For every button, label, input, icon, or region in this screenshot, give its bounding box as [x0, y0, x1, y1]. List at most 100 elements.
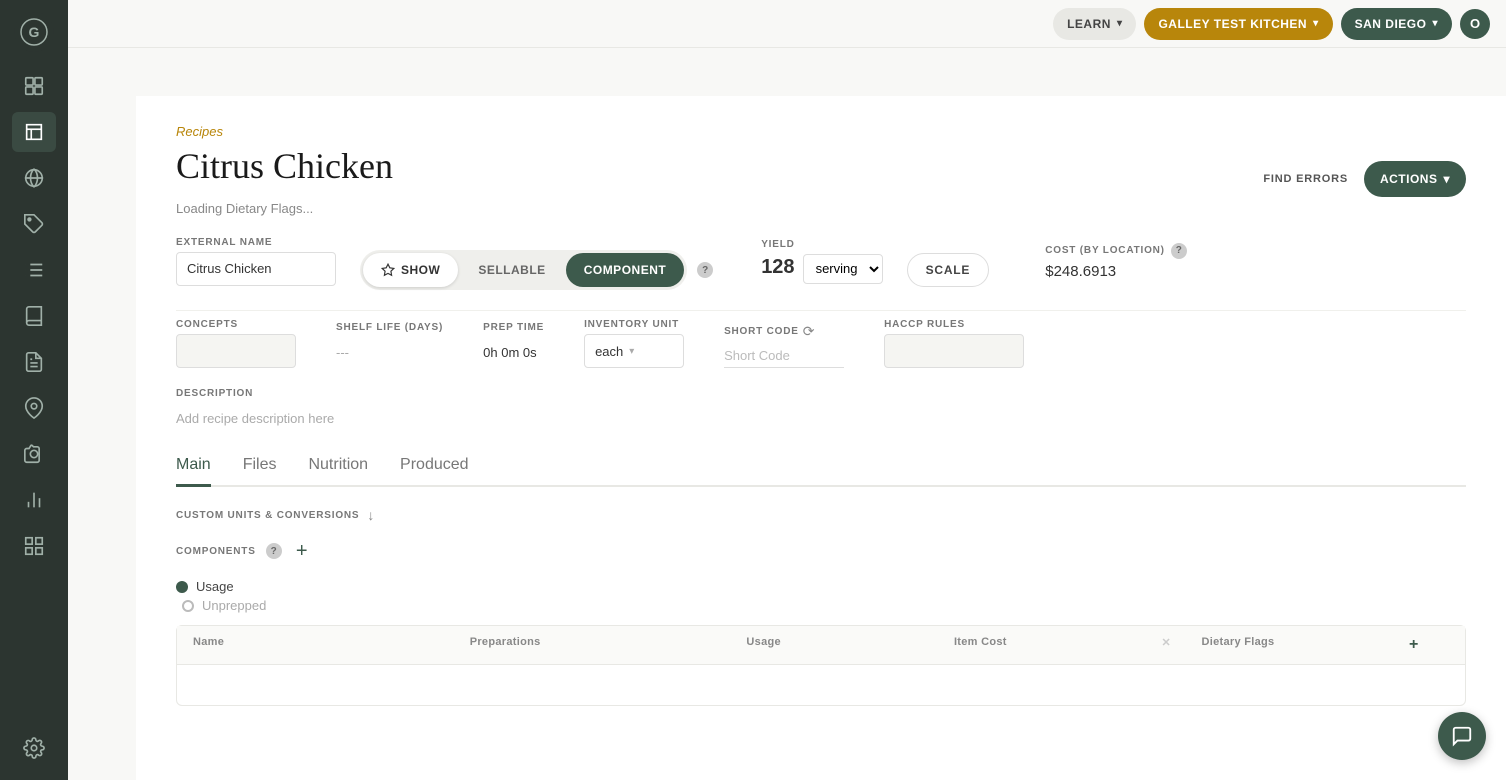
- inventory-unit-field: INVENTORY UNIT each ▾: [584, 319, 684, 368]
- yield-field: YIELD 128 serving: [761, 239, 882, 284]
- tabs-nav: Main Files Nutrition Produced: [176, 456, 1466, 487]
- col-item-cost: Item Cost: [954, 636, 1162, 654]
- sellable-toggle-button[interactable]: SELLABLE: [460, 253, 563, 287]
- short-code-field: SHORT CODE ⟳: [724, 323, 844, 368]
- table-empty-row: [177, 665, 1465, 705]
- description-section: DESCRIPTION Add recipe description here: [176, 388, 1466, 432]
- components-help-icon[interactable]: ?: [266, 543, 282, 559]
- sidebar-item-location[interactable]: [12, 388, 56, 428]
- sidebar-item-recipes[interactable]: [12, 112, 56, 152]
- kitchen-button[interactable]: GALLEY TEST KITCHEN ▾: [1144, 8, 1332, 40]
- shelf-life-label: SHELF LIFE (DAYS): [336, 322, 443, 333]
- components-table: Name Preparations Usage Item Cost ✕ Diet…: [176, 625, 1466, 706]
- col-x: ✕: [1161, 636, 1201, 654]
- page-title: Citrus Chicken: [176, 145, 393, 187]
- usage-dot: [176, 581, 188, 593]
- sidebar-item-doc[interactable]: [12, 342, 56, 382]
- recipe-type-toggle: SHOW SELLABLE COMPONENT: [360, 250, 687, 290]
- chevron-down-icon: ▾: [1432, 18, 1438, 29]
- yield-unit-select[interactable]: serving: [803, 254, 883, 284]
- components-header: COMPONENTS ? +: [176, 539, 1466, 563]
- sidebar-item-camera[interactable]: [12, 434, 56, 474]
- chevron-down-icon: ▾: [1117, 18, 1123, 29]
- concepts-field: CONCEPTS: [176, 319, 296, 368]
- sync-icon[interactable]: ⟳: [803, 323, 815, 340]
- cost-help-icon[interactable]: ?: [1171, 243, 1187, 259]
- concepts-label: CONCEPTS: [176, 319, 296, 330]
- yield-label: YIELD: [761, 239, 882, 250]
- unprepped-label[interactable]: Unprepped: [202, 598, 266, 613]
- learn-button[interactable]: LEARN ▾: [1053, 8, 1136, 40]
- cost-label: COST (BY LOCATION): [1045, 245, 1165, 256]
- sidebar-item-menu[interactable]: [12, 66, 56, 106]
- prep-time-value: 0h 0m 0s: [483, 337, 544, 368]
- component-toggle-button[interactable]: COMPONENT: [566, 253, 685, 287]
- yield-value: 128: [761, 256, 794, 279]
- tab-files[interactable]: Files: [243, 456, 277, 487]
- haccp-field: HACCP RULES: [884, 319, 1024, 368]
- user-avatar[interactable]: O: [1460, 9, 1490, 39]
- add-component-button[interactable]: +: [290, 539, 314, 563]
- col-preparations: Preparations: [470, 636, 747, 654]
- sidebar-item-grid[interactable]: [12, 526, 56, 566]
- cost-value: $248.6913: [1045, 263, 1187, 280]
- description-label: DESCRIPTION: [176, 388, 1466, 399]
- external-name-input[interactable]: [176, 252, 336, 286]
- components-title: COMPONENTS: [176, 546, 256, 557]
- tab-main[interactable]: Main: [176, 456, 211, 487]
- main-content: Recipes Citrus Chicken FIND ERRORS ACTIO…: [136, 96, 1506, 780]
- table-header-row: Name Preparations Usage Item Cost ✕ Diet…: [177, 626, 1465, 665]
- sidebar-item-settings[interactable]: [12, 728, 56, 768]
- usage-toggle: Usage Unprepped: [176, 579, 1466, 613]
- find-errors-button[interactable]: FIND ERRORS: [1263, 173, 1348, 185]
- prep-time-field: PREP TIME 0h 0m 0s: [483, 322, 544, 368]
- haccp-label: HACCP RULES: [884, 319, 1024, 330]
- col-dietary-flags: Dietary Flags: [1201, 636, 1409, 654]
- location-button[interactable]: SAN DIEGO ▾: [1341, 8, 1452, 40]
- sidebar-item-globe[interactable]: [12, 158, 56, 198]
- shelf-life-field: SHELF LIFE (DAYS) ---: [336, 322, 443, 368]
- tab-produced[interactable]: Produced: [400, 456, 469, 487]
- sidebar-item-tag[interactable]: [12, 204, 56, 244]
- short-code-label: SHORT CODE: [724, 326, 799, 337]
- sidebar: G: [0, 0, 68, 780]
- tab-nutrition[interactable]: Nutrition: [308, 456, 368, 487]
- chevron-down-icon: ▾: [1313, 18, 1319, 29]
- shelf-life-value: ---: [336, 337, 443, 368]
- chat-button[interactable]: [1438, 712, 1486, 760]
- chevron-down-icon: ▾: [629, 346, 634, 357]
- short-code-input[interactable]: [724, 344, 844, 368]
- app-logo[interactable]: G: [14, 12, 54, 52]
- description-input[interactable]: Add recipe description here: [176, 405, 1466, 432]
- unprepped-row: Unprepped: [182, 598, 1466, 613]
- actions-button[interactable]: ACTIONS ▾: [1364, 161, 1466, 197]
- collapse-arrow-icon: ↓: [367, 507, 375, 523]
- col-name: Name: [193, 636, 470, 654]
- concepts-input[interactable]: [176, 334, 296, 368]
- breadcrumb[interactable]: Recipes: [176, 124, 1466, 139]
- loading-status: Loading Dietary Flags...: [176, 201, 1466, 216]
- custom-units-section[interactable]: CUSTOM UNITS & CONVERSIONS ↓: [176, 507, 1466, 523]
- col-add[interactable]: +: [1409, 636, 1449, 654]
- top-navigation: LEARN ▾ GALLEY TEST KITCHEN ▾ SAN DIEGO …: [68, 0, 1506, 48]
- inventory-unit-select[interactable]: each ▾: [584, 334, 684, 368]
- sidebar-item-list[interactable]: [12, 250, 56, 290]
- inventory-unit-label: INVENTORY UNIT: [584, 319, 684, 330]
- sidebar-item-book[interactable]: [12, 296, 56, 336]
- usage-label[interactable]: Usage: [196, 579, 234, 594]
- external-name-label: EXTERNAL NAME: [176, 237, 336, 248]
- unprepped-dot: [182, 600, 194, 612]
- external-name-field: EXTERNAL NAME: [176, 237, 336, 286]
- second-form-row: CONCEPTS SHELF LIFE (DAYS) --- PREP TIME…: [176, 310, 1466, 368]
- chevron-down-icon: ▾: [1443, 172, 1450, 186]
- col-usage: Usage: [746, 636, 954, 654]
- prep-time-label: PREP TIME: [483, 322, 544, 333]
- haccp-input[interactable]: [884, 334, 1024, 368]
- svg-text:G: G: [29, 24, 40, 40]
- cost-field: COST (BY LOCATION) ? $248.6913: [1045, 243, 1187, 280]
- usage-row: Usage: [176, 579, 1466, 594]
- sidebar-item-analytics[interactable]: [12, 480, 56, 520]
- component-help-icon[interactable]: ?: [697, 262, 713, 278]
- show-toggle-button[interactable]: SHOW: [363, 253, 458, 287]
- scale-button[interactable]: SCALE: [907, 253, 990, 287]
